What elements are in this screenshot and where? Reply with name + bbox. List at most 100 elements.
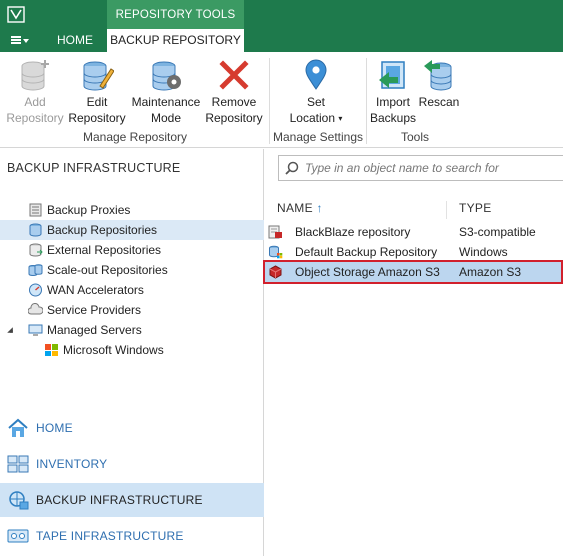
managed-servers-icon: [28, 324, 43, 336]
panel-title: BACKUP INFRASTRUCTURE: [7, 161, 181, 175]
caret-down-icon: [23, 39, 29, 43]
expand-arrow-icon[interactable]: [7, 327, 13, 333]
add-repository-label-1: Add: [24, 95, 46, 109]
navigation-panel: BACKUP INFRASTRUCTURE Backup Proxies Bac…: [0, 149, 264, 556]
highlight-annotation-box: [263, 260, 563, 284]
tree-item-wan-accelerators[interactable]: WAN Accelerators: [0, 280, 264, 300]
tree-item-label: Backup Proxies: [47, 203, 131, 217]
sort-ascending-icon: ↑: [316, 201, 323, 215]
row-name: Default Backup Repository: [295, 245, 438, 259]
windows-server-icon: [45, 344, 58, 356]
add-database-icon: [21, 60, 49, 91]
row-type: Windows: [459, 245, 508, 259]
nav-label: HOME: [36, 421, 73, 435]
tree-item-label: Scale-out Repositories: [47, 263, 168, 277]
tree-item-label: Managed Servers: [47, 323, 142, 337]
add-repository-label-2: Repository: [6, 111, 64, 125]
add-repository-button[interactable]: Add Repository: [4, 58, 66, 126]
nav-label: TAPE INFRASTRUCTURE: [36, 529, 184, 543]
nav-backup-infrastructure[interactable]: BACKUP INFRASTRUCTURE: [0, 483, 264, 517]
tree-item-backup-proxies[interactable]: Backup Proxies: [0, 200, 264, 220]
import-backups-label-2: Backups: [369, 111, 417, 125]
group-label-manage-settings: Manage Settings: [272, 130, 364, 144]
maintenance-mode-label-1: Maintenance: [131, 95, 201, 109]
maintenance-mode-label-2: Mode: [150, 111, 182, 125]
tab-home[interactable]: HOME: [45, 29, 105, 52]
group-label-manage-repository: Manage Repository: [82, 130, 188, 144]
home-icon: [8, 418, 28, 437]
set-location-button[interactable]: Set Location ▾: [277, 58, 355, 127]
maintenance-mode-button[interactable]: Maintenance Mode: [130, 58, 202, 126]
tab-backup-repository[interactable]: BACKUP REPOSITORY: [107, 29, 244, 52]
tree-item-scale-out-repositories[interactable]: Scale-out Repositories: [0, 260, 264, 280]
content-pane: NAME ↑ TYPE BlackBlaze repository S3-com…: [263, 149, 563, 556]
tape-icon: [7, 529, 29, 543]
veeam-logo-icon: [7, 6, 25, 23]
nav-tape-infrastructure[interactable]: TAPE INFRASTRUCTURE: [0, 519, 264, 553]
table-row[interactable]: Default Backup Repository Windows: [265, 242, 563, 262]
tree-item-label: WAN Accelerators: [47, 283, 144, 297]
scale-out-repository-icon: [28, 264, 43, 276]
external-repository-icon: [29, 243, 43, 257]
tree-item-backup-repositories[interactable]: Backup Repositories: [0, 220, 264, 240]
table-row[interactable]: BlackBlaze repository S3-compatible: [265, 222, 563, 242]
tree-item-external-repositories[interactable]: External Repositories: [0, 240, 264, 260]
group-label-tools: Tools: [400, 130, 429, 144]
s3-compatible-repository-icon: [268, 225, 282, 239]
set-location-label-1: Set: [306, 95, 325, 109]
set-location-label-2: Location ▾: [277, 110, 355, 127]
set-location-label-text: Location: [289, 111, 335, 125]
location-pin-icon: [305, 59, 327, 90]
import-backups-icon: [379, 61, 405, 89]
rescan-database-icon: [424, 60, 452, 91]
search-icon: [285, 161, 299, 175]
search-input[interactable]: [305, 159, 560, 177]
rescan-button[interactable]: Rescan: [418, 58, 460, 110]
edit-repository-button[interactable]: Edit Repository: [66, 58, 128, 126]
service-provider-icon: [28, 303, 43, 315]
tree-item-label: Backup Repositories: [47, 223, 158, 237]
maintenance-database-icon: [152, 61, 181, 91]
remove-repository-label-1: Remove: [211, 95, 257, 109]
tree-item-label: External Repositories: [47, 243, 162, 257]
tree-item-label: Service Providers: [47, 303, 142, 317]
tree-item-microsoft-windows[interactable]: Microsoft Windows: [0, 340, 264, 360]
ribbon: Add Repository Edit Repository Maintenan…: [0, 52, 563, 148]
windows-repository-icon: [269, 245, 283, 259]
inventory-icon: [7, 455, 29, 473]
edit-repository-label-1: Edit: [86, 95, 108, 109]
remove-x-icon: [219, 60, 249, 90]
tree-item-label: Microsoft Windows: [63, 343, 164, 357]
row-name: BlackBlaze repository: [295, 225, 411, 239]
import-backups-button[interactable]: Import Backups: [368, 58, 418, 126]
ribbon-separator: [366, 58, 367, 144]
remove-repository-label-2: Repository: [205, 111, 263, 125]
nav-label: INVENTORY: [36, 457, 108, 471]
proxy-server-icon: [29, 203, 42, 217]
column-separator[interactable]: [446, 201, 447, 219]
column-header-name[interactable]: NAME ↑: [277, 201, 323, 219]
import-backups-label-1: Import: [375, 95, 410, 109]
dropdown-caret-icon: ▾: [338, 114, 343, 123]
context-tab-repository-tools: REPOSITORY TOOLS: [107, 0, 244, 29]
tree-item-service-providers[interactable]: Service Providers: [0, 300, 264, 320]
tree-item-managed-servers[interactable]: Managed Servers: [0, 320, 264, 340]
column-header-name-label: NAME: [277, 201, 313, 215]
remove-repository-button[interactable]: Remove Repository: [203, 58, 265, 126]
nav-inventory[interactable]: INVENTORY: [0, 447, 264, 481]
nav-label: BACKUP INFRASTRUCTURE: [36, 493, 203, 507]
edit-database-icon: [83, 61, 114, 91]
edit-repository-label-2: Repository: [68, 111, 126, 125]
nav-home[interactable]: HOME: [0, 411, 264, 445]
row-type: S3-compatible: [459, 225, 536, 239]
menu-icon: [11, 36, 21, 44]
main-menu-button[interactable]: [0, 29, 40, 52]
title-bar: REPOSITORY TOOLS: [0, 0, 563, 29]
repository-icon: [29, 223, 42, 237]
rescan-label: Rescan: [418, 95, 460, 109]
backup-infrastructure-icon: [9, 491, 29, 510]
wan-accelerator-icon: [29, 283, 42, 297]
search-box[interactable]: [278, 155, 563, 181]
ribbon-tabs: HOME BACKUP REPOSITORY: [0, 29, 563, 52]
column-header-type[interactable]: TYPE: [459, 201, 492, 219]
